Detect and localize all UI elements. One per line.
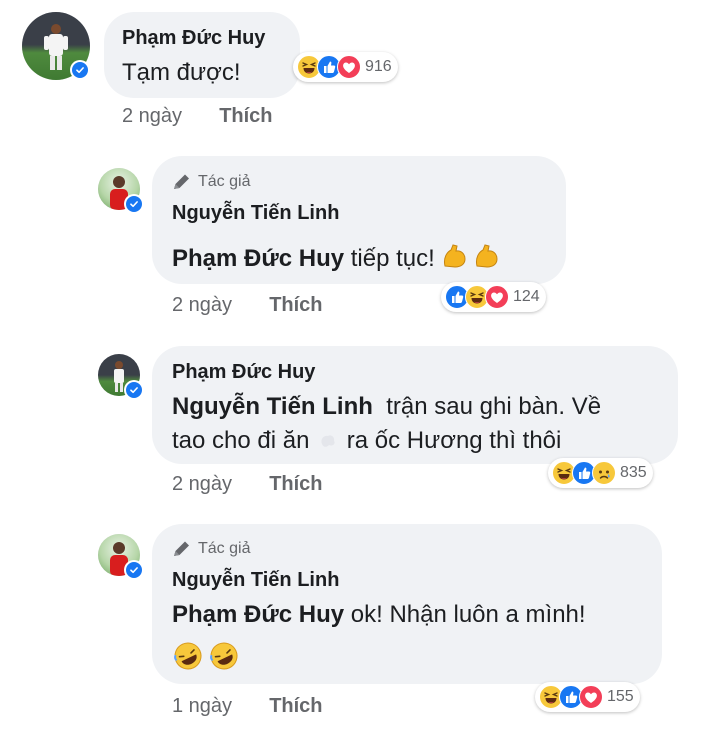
verified-badge-icon xyxy=(124,380,144,400)
comment-author[interactable]: Nguyễn Tiến Linh xyxy=(172,202,339,225)
reaction-summary[interactable]: 124 xyxy=(441,282,546,312)
comment-author[interactable]: Phạm Đức Huy xyxy=(172,361,315,384)
mention-link[interactable]: Nguyễn Tiến Linh xyxy=(172,393,373,420)
verified-badge-icon xyxy=(124,560,144,580)
inline-emoji-icon xyxy=(316,429,340,449)
love-icon xyxy=(579,685,603,709)
reaction-count: 155 xyxy=(607,688,634,705)
verified-badge-icon xyxy=(124,194,144,214)
reaction-count: 124 xyxy=(513,288,540,305)
mention-link[interactable]: Phạm Đức Huy xyxy=(172,245,344,272)
reaction-summary[interactable]: 155 xyxy=(535,682,640,712)
sad-icon xyxy=(592,461,616,485)
comment-text: Tạm được! xyxy=(122,59,241,86)
pen-icon xyxy=(174,174,189,189)
reaction-summary[interactable]: 835 xyxy=(548,458,653,488)
reaction-count: 835 xyxy=(620,464,647,481)
comment-time[interactable]: 2 ngày xyxy=(172,294,232,316)
rofl-emoji-icon xyxy=(172,640,242,677)
comment-time[interactable]: 1 ngày xyxy=(172,695,232,717)
reaction-summary[interactable]: 916 xyxy=(293,52,398,82)
comment-meta: 2 ngày Thích xyxy=(172,294,323,317)
avatar[interactable] xyxy=(22,12,90,80)
mention-link[interactable]: Phạm Đức Huy xyxy=(172,601,344,628)
avatar[interactable] xyxy=(98,168,144,214)
comment-author[interactable]: Nguyễn Tiến Linh xyxy=(172,569,339,592)
flexed-biceps-icon xyxy=(441,242,505,277)
like-button[interactable]: Thích xyxy=(269,473,322,495)
pen-icon xyxy=(174,541,189,556)
comment-time[interactable]: 2 ngày xyxy=(122,105,182,127)
like-button[interactable]: Thích xyxy=(219,105,272,127)
comment-text: Phạm Đức Huy ok! Nhận luôn a mình! xyxy=(172,601,586,628)
reaction-count: 916 xyxy=(365,58,392,75)
comment-text: Nguyễn Tiến Linh trận sau ghi bàn. Về xyxy=(172,393,602,420)
comment-author[interactable]: Phạm Đức Huy xyxy=(122,27,265,50)
comment-text: Phạm Đức Huy tiếp tục! xyxy=(172,242,505,277)
verified-badge-icon xyxy=(70,60,90,80)
love-icon xyxy=(485,285,509,309)
comment-meta: 2 ngày Thích xyxy=(172,473,323,496)
author-badge: Tác giả xyxy=(172,540,250,558)
comment-time[interactable]: 2 ngày xyxy=(172,473,232,495)
comment-meta: 1 ngày Thích xyxy=(172,695,323,718)
comment-text-line-2: tao cho đi ăn ra ốc Hương thì thôi xyxy=(172,427,562,454)
author-badge: Tác giả xyxy=(172,173,250,191)
like-button[interactable]: Thích xyxy=(269,695,322,717)
avatar[interactable] xyxy=(98,354,144,400)
comment-meta: 2 ngày Thích xyxy=(122,105,273,128)
avatar[interactable] xyxy=(98,534,144,580)
love-icon xyxy=(337,55,361,79)
like-button[interactable]: Thích xyxy=(269,294,322,316)
